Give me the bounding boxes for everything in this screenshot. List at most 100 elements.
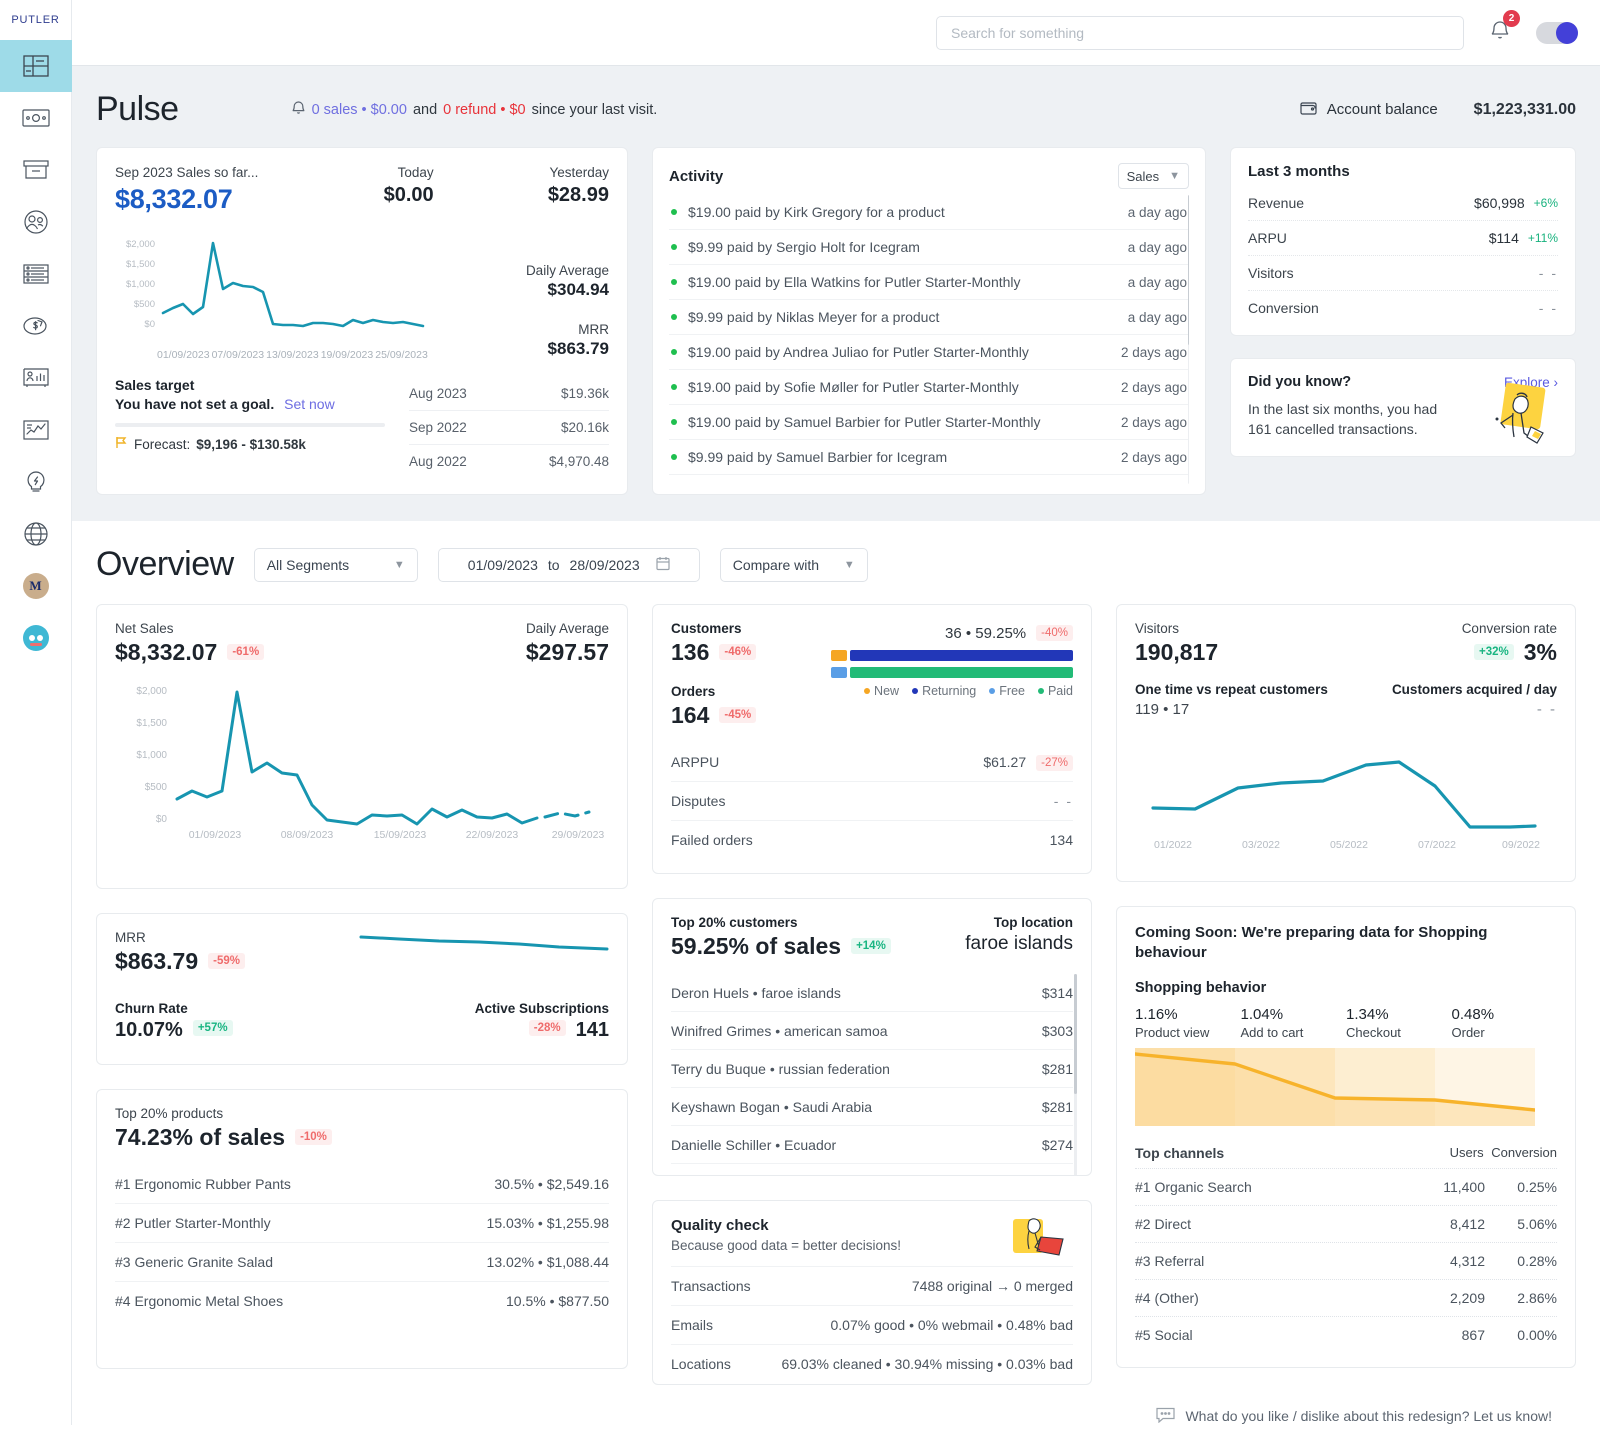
pulse-sales-text: 0 sales • $0.00: [311, 101, 407, 118]
sidebar-item-account[interactable]: M: [0, 560, 72, 612]
sidebar-item-customers[interactable]: [0, 196, 72, 248]
x-tick: 19/09/2023: [320, 349, 374, 361]
segment-select[interactable]: All Segments ▼: [253, 547, 418, 582]
date-from: 01/09/2023: [467, 556, 538, 573]
sidebar-item-transactions[interactable]: [0, 248, 72, 300]
search-input[interactable]: [936, 15, 1464, 50]
sales-target: Sales target You have not set a goal. Se…: [115, 377, 409, 478]
sales-target-title: Sales target: [115, 377, 195, 393]
sidebar-item-products[interactable]: [0, 144, 72, 196]
account-balance-label: Account balance: [1326, 101, 1438, 118]
sidebar-item-analytics[interactable]: [0, 404, 72, 456]
person-illustration-icon: [1469, 379, 1561, 456]
feedback-bar[interactable]: What do you like / dislike about this re…: [1116, 1392, 1576, 1436]
customer-row[interactable]: Keyshawn Bogan • Saudi Arabia $281: [671, 1088, 1073, 1126]
bot-face-icon: [22, 625, 49, 651]
customer-row[interactable]: Danielle Schiller • Ecuador $274: [671, 1126, 1073, 1164]
activity-row[interactable]: $19.00 paid by Andrea Juliao for Putler …: [669, 335, 1189, 370]
sidebar-item-dashboard[interactable]: [0, 40, 72, 92]
channel-row[interactable]: #5 Social 867 0.00%: [1135, 1315, 1557, 1353]
channel-row[interactable]: #1 Organic Search 11,400 0.25%: [1135, 1167, 1557, 1205]
pulse-and-text: and: [412, 101, 438, 118]
activity-text: $9.99 paid by Samuel Barbier for Icegram: [688, 449, 948, 465]
compare-select[interactable]: Compare with ▼: [719, 547, 868, 582]
activity-time: a day ago: [1127, 204, 1187, 220]
bar-chart-person-icon: [22, 367, 49, 389]
status-dot: [671, 384, 677, 390]
sidebar-item-insights[interactable]: [0, 456, 72, 508]
mrr-sparkline: [359, 932, 609, 959]
mrr-card: MRR $863.79-59% Churn Rate 10.07%+57%: [96, 913, 628, 1065]
customer-name: Danielle Schiller • Ecuador: [671, 1136, 837, 1153]
top-customers-scrollbar-thumb[interactable]: [1074, 974, 1077, 1094]
channel-row[interactable]: #2 Direct 8,412 5.06%: [1135, 1204, 1557, 1242]
activity-row[interactable]: $19.00 paid by Samuel Barbier for Putler…: [669, 405, 1189, 440]
activity-filter-select[interactable]: Sales ▼: [1117, 163, 1189, 189]
product-row[interactable]: #2 Putler Starter-Monthly 15.03% • $1,255…: [115, 1204, 609, 1243]
pulse-sales-card: Sep 2023 Sales so far... $8,332.07 Today…: [96, 147, 628, 495]
activity-list[interactable]: $19.00 paid by Kirk Gregory for a produc…: [669, 195, 1189, 484]
customer-value: $267: [1042, 1175, 1073, 1176]
quality-row: Emails 0.07% good • 0% webmail • 0.48% ba…: [671, 1305, 1073, 1344]
net-sales-daily-avg: Daily Average $297.57: [526, 621, 609, 666]
sidebar-item-refunds[interactable]: [0, 300, 72, 352]
activity-row[interactable]: $19.00 paid by Ella Watkins for Putler S…: [669, 265, 1189, 300]
activity-row[interactable]: $9.99 paid by Sergio Holt for Icegram a d…: [669, 230, 1189, 265]
notification-badge: 2: [1503, 9, 1520, 27]
customers-acquired: Customers acquired / day - -: [1392, 682, 1557, 718]
product-row[interactable]: #1 Ergonomic Rubber Pants 30.5% • $2,549.…: [115, 1165, 609, 1204]
visitors-label: Visitors: [1135, 621, 1180, 636]
sidebar-item-sales[interactable]: [0, 92, 72, 144]
theme-toggle[interactable]: [1536, 21, 1578, 44]
x-tick: 01/09/2023: [157, 349, 210, 361]
customer-value: $314: [1041, 984, 1073, 1001]
quality-row: Transactions 7488 original → 0 merged: [671, 1266, 1073, 1305]
brand-logo[interactable]: PUTLER: [0, 0, 71, 40]
top-customers-main: Top 20% customers 59.25% of sales +14%: [671, 915, 891, 960]
sidebar-item-support[interactable]: [0, 612, 72, 664]
net-sales-value: $8,332.07 -61%: [115, 639, 265, 666]
sidebar-item-web[interactable]: [0, 508, 72, 560]
list-rows-icon: [22, 263, 49, 285]
channel-name: #5 Social: [1135, 1326, 1193, 1343]
activity-row[interactable]: $9.99 paid by Khadra Geurtsen for a prod…: [669, 475, 1189, 484]
visitors-chart: 01/2022 03/2022 05/2022 07/2022 09/2022: [1135, 724, 1557, 871]
customer-row[interactable]: Woodrow Beer • Macedonia, The Former $267: [671, 1164, 1073, 1176]
customer-row[interactable]: Deron Huels • faroe islands $314: [671, 974, 1073, 1012]
product-row[interactable]: #3 Generic Granite Salad 13.02% • $1,088.…: [115, 1243, 609, 1282]
pulse-mrr-value: $863.79: [547, 339, 609, 358]
activity-text: $19.00 paid by Kirk Gregory for a produc…: [688, 204, 945, 220]
top-customers-list[interactable]: Deron Huels • faroe islands $314 Winifred…: [671, 974, 1077, 1176]
channel-row[interactable]: #4 (Other) 2,209 2.86%: [1135, 1278, 1557, 1316]
customer-name: Keyshawn Bogan • Saudi Arabia: [671, 1098, 873, 1115]
customers-legend: New Returning Free Paid: [831, 684, 1073, 698]
activity-row[interactable]: $19.00 paid by Kirk Gregory for a produc…: [669, 195, 1189, 230]
metric-delta: +6%: [1533, 196, 1558, 210]
metric-value: - -: [1538, 300, 1558, 316]
customer-row[interactable]: Terry du Buque • russian federation $281: [671, 1050, 1073, 1088]
top-products-amount: 74.23% of sales: [115, 1124, 286, 1150]
activity-row[interactable]: $9.99 paid by Niklas Meyer for a product…: [669, 300, 1189, 335]
quality-value: 0.07% good • 0% webmail • 0.48% bad: [830, 1317, 1073, 1333]
mrr-delta: -59%: [208, 953, 245, 969]
orders-label: Orders: [671, 684, 716, 699]
date-range-picker[interactable]: 01/09/2023 to 28/09/2023: [437, 547, 700, 582]
quality-label: Transactions: [671, 1278, 751, 1294]
activity-row[interactable]: $9.99 paid by Samuel Barbier for Icegram…: [669, 440, 1189, 475]
activity-scrollbar-thumb[interactable]: [1188, 195, 1189, 345]
channel-row[interactable]: #3 Referral 4,312 0.28%: [1135, 1241, 1557, 1279]
top-customers-header: Top 20% customers 59.25% of sales +14% To…: [671, 915, 1073, 960]
bar-new-returning: [831, 650, 1073, 661]
customer-row[interactable]: Winifred Grimes • american samoa $303: [671, 1012, 1073, 1050]
channel-users: 8,412: [1449, 1215, 1485, 1232]
product-row[interactable]: #4 Ergonomic Metal Shoes 10.5% • $877.50: [115, 1282, 609, 1320]
metric-delta: -27%: [1036, 755, 1073, 771]
sidebar-item-reports[interactable]: [0, 352, 72, 404]
bell-small-icon: [291, 100, 306, 120]
pulse-tail-text: since your last visit.: [531, 101, 658, 118]
pulse-refund-text: 0 refund • $0: [443, 101, 526, 118]
notifications-button[interactable]: 2: [1490, 9, 1520, 50]
set-goal-link[interactable]: Set now: [284, 396, 335, 412]
activity-row[interactable]: $19.00 paid by Sofie Møller for Putler S…: [669, 370, 1189, 405]
quality-label: Emails: [671, 1317, 714, 1333]
